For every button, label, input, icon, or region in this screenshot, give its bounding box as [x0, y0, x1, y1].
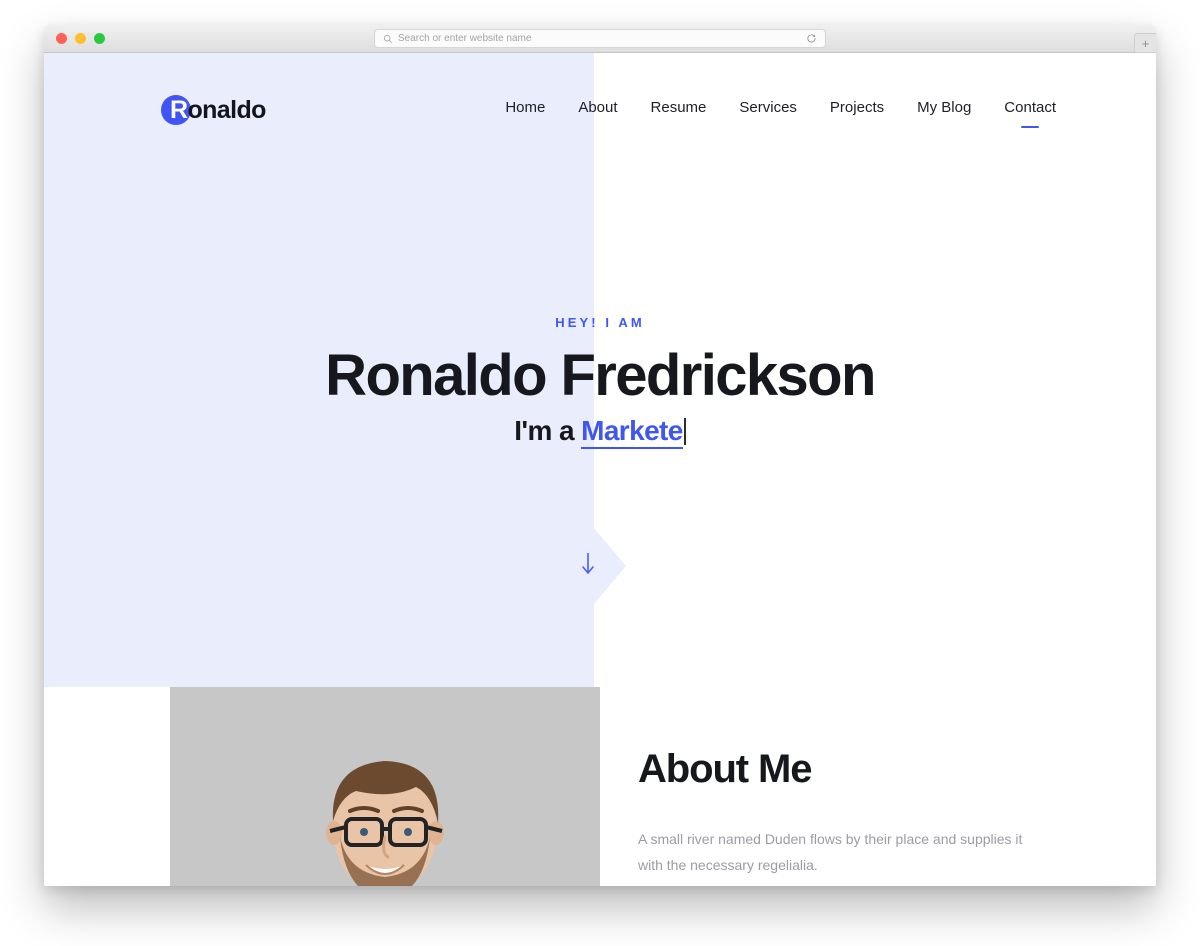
hero-subtitle-prefix: I'm a	[514, 415, 582, 446]
hero-subtitle: I'm a Markete	[44, 411, 1156, 451]
about-description: A small river named Duden flows by their…	[638, 831, 1023, 873]
main-navigation: Home About Resume Services Projects My B…	[505, 97, 1056, 119]
logo-text: Ronaldo	[170, 95, 266, 125]
close-window-button[interactable]	[56, 33, 67, 44]
reload-icon[interactable]	[806, 33, 817, 44]
nav-item-projects[interactable]: Projects	[830, 97, 884, 119]
new-tab-button[interactable]: +	[1134, 33, 1156, 53]
hero-eyebrow: HEY! I AM	[555, 315, 645, 330]
typing-cursor	[683, 418, 686, 445]
hero-title: Ronaldo Fredrickson	[325, 343, 876, 408]
portrait-photo	[170, 687, 600, 886]
nav-item-about[interactable]: About	[578, 97, 617, 119]
zoom-window-button[interactable]	[94, 33, 105, 44]
nav-item-services[interactable]: Services	[739, 97, 797, 119]
site-logo[interactable]: Ronaldo	[161, 93, 266, 127]
nav-item-home[interactable]: Home	[505, 97, 545, 119]
about-title: About Me	[638, 747, 812, 791]
address-input[interactable]: Search or enter website name	[398, 33, 806, 44]
browser-titlebar: Search or enter website name +	[44, 25, 1156, 53]
search-icon	[383, 34, 393, 44]
hero-typed-word: Markete	[581, 415, 683, 449]
about-section: About Me A small river named Duden flows…	[44, 687, 1156, 886]
page-viewport: Ronaldo Home About Resume Services Proje…	[44, 53, 1156, 886]
site-header: Ronaldo Home About Resume Services Proje…	[44, 53, 1156, 125]
nav-item-my-blog[interactable]: My Blog	[917, 97, 971, 119]
window-controls	[56, 33, 105, 44]
logo-rest: onaldo	[187, 96, 266, 124]
browser-window: Search or enter website name + Ronaldo H…	[44, 25, 1156, 886]
address-bar[interactable]: Search or enter website name	[374, 29, 826, 48]
nav-item-contact[interactable]: Contact	[1004, 97, 1056, 119]
logo-initial: R	[170, 96, 188, 124]
minimize-window-button[interactable]	[75, 33, 86, 44]
nav-item-resume[interactable]: Resume	[651, 97, 707, 119]
arrow-down-icon[interactable]	[577, 551, 599, 577]
